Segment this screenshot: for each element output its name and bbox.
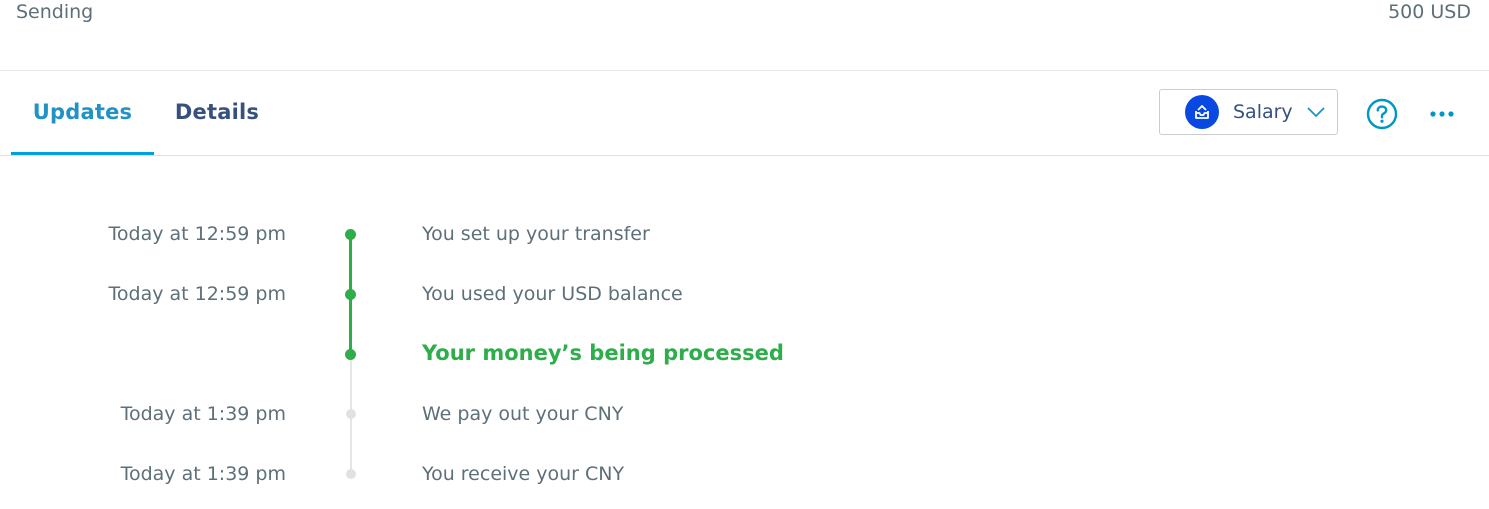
tab-details-label: Details <box>174 100 260 124</box>
timeline-item-current: Your money’s being processed <box>0 335 1489 375</box>
category-dropdown[interactable]: Salary <box>1159 89 1338 135</box>
timeline-text: You used your USD balance <box>422 283 683 305</box>
timeline-dot-done <box>345 289 356 300</box>
timeline-dot-done <box>345 229 356 240</box>
timeline-text: We pay out your CNY <box>422 403 624 425</box>
tab-details[interactable]: Details <box>165 71 269 153</box>
transfer-page: Sending 500 USD Updates Details Salary T… <box>0 0 1489 509</box>
timeline-time: Today at 12:59 pm <box>108 223 287 245</box>
timeline-item: Today at 12:59 pm You used your USD bala… <box>0 275 1489 315</box>
inbox-tray-icon <box>1185 95 1219 129</box>
timeline-text-current: Your money’s being processed <box>422 341 784 365</box>
question-circle-icon[interactable] <box>1366 98 1398 130</box>
status-label: Sending <box>16 1 94 23</box>
timeline-dot-current <box>345 349 356 360</box>
timeline-time: Today at 12:59 pm <box>108 283 287 305</box>
timeline-text: You set up your transfer <box>422 223 650 245</box>
transfer-amount: 500 USD <box>1388 1 1471 23</box>
timeline-item: Today at 1:39 pm You receive your CNY <box>0 455 1489 495</box>
tab-bar: Updates Details Salary <box>0 71 1489 156</box>
transfer-summary: Sending 500 USD <box>0 0 1489 71</box>
chevron-down-icon <box>1307 107 1325 118</box>
tab-updates-label: Updates <box>32 100 133 124</box>
transfer-timeline: Today at 12:59 pm You set up your transf… <box>0 155 1489 509</box>
timeline-dot-pending <box>346 409 356 419</box>
tab-updates[interactable]: Updates <box>11 71 154 155</box>
timeline-text: You receive your CNY <box>422 463 625 485</box>
timeline-time: Today at 1:39 pm <box>120 463 286 485</box>
more-dots-icon[interactable] <box>1427 104 1457 124</box>
timeline-item: Today at 12:59 pm You set up your transf… <box>0 215 1489 255</box>
category-label: Salary <box>1233 101 1293 123</box>
timeline-dot-pending <box>346 469 356 479</box>
timeline-time: Today at 1:39 pm <box>120 403 286 425</box>
timeline-item: Today at 1:39 pm We pay out your CNY <box>0 395 1489 435</box>
